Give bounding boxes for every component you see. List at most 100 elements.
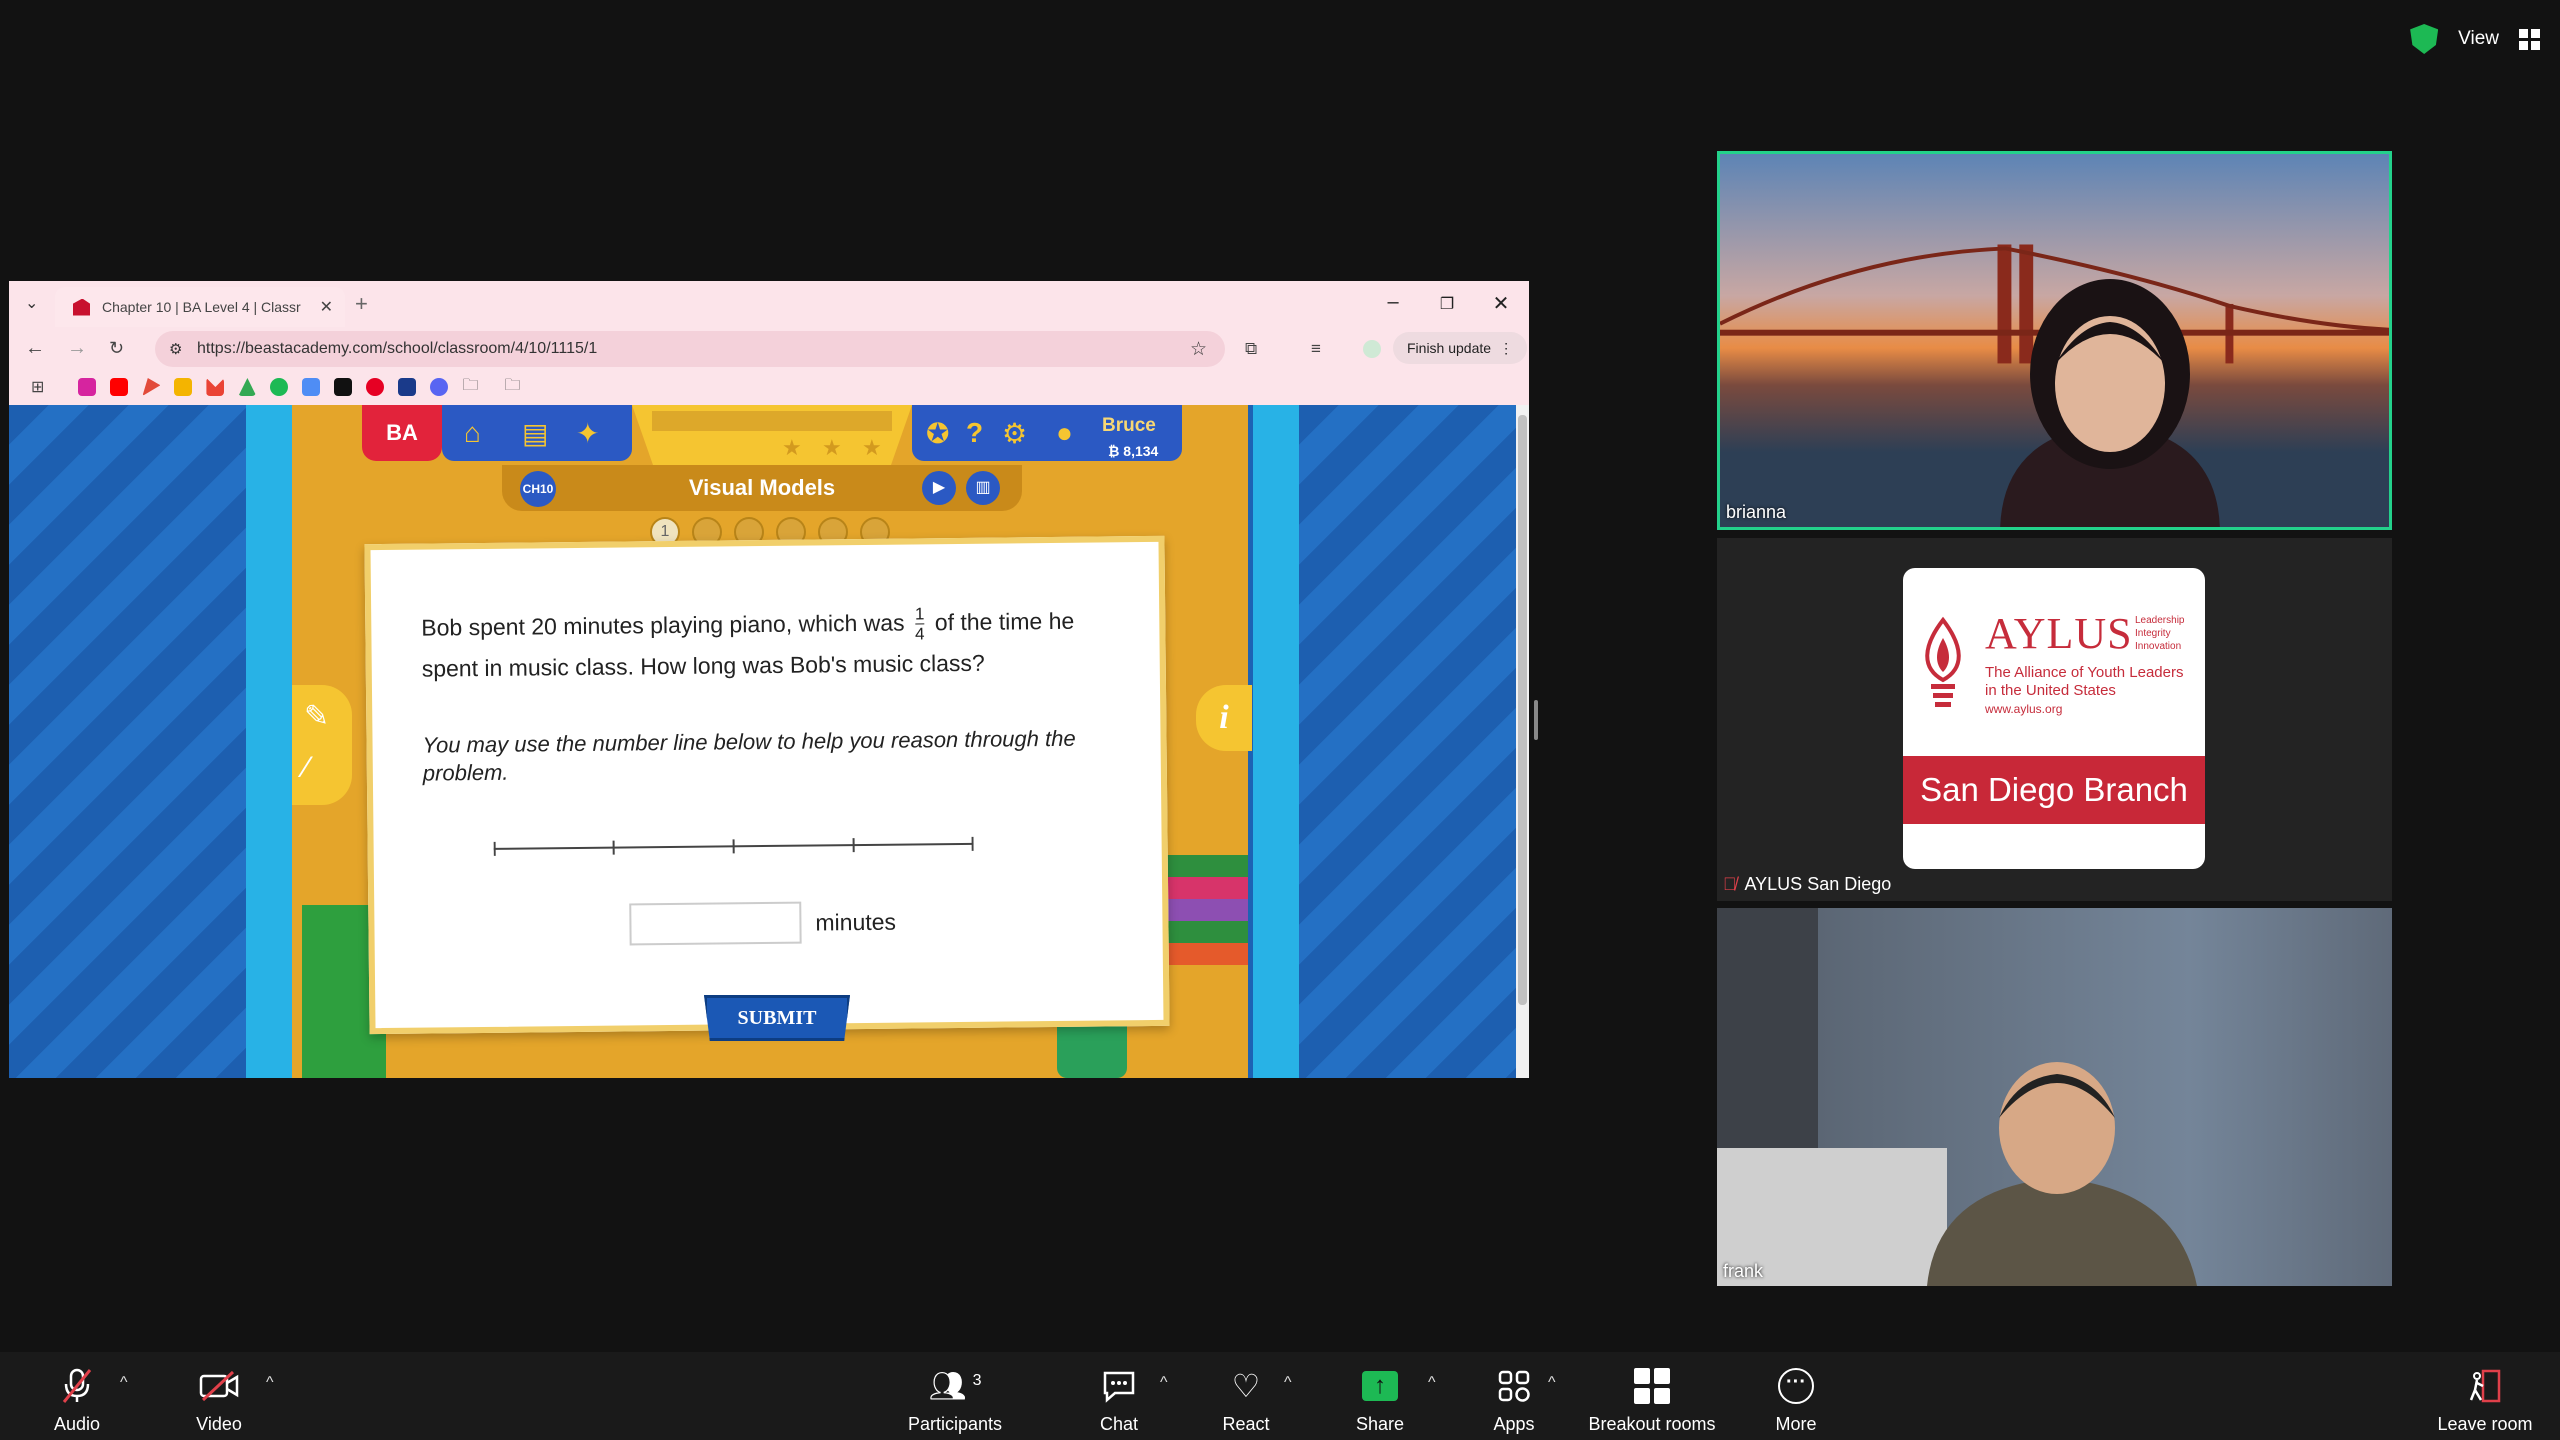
aylus-value: Leadership (2135, 615, 2185, 626)
site-info-icon[interactable]: ⚙ (169, 340, 182, 358)
ruler-tool-icon[interactable]: ⁄ (304, 751, 309, 785)
react-button[interactable]: ♡ React (1218, 1366, 1274, 1435)
finish-update-button[interactable]: Finish update ⋮ (1393, 332, 1528, 364)
right-cyan-strip (1253, 405, 1299, 1078)
video-tile-brianna[interactable]: brianna (1717, 151, 2392, 530)
share-button[interactable]: ↑ Share (1352, 1366, 1408, 1435)
video-options-caret-icon[interactable]: ^ (266, 1374, 274, 1392)
ba-logo-button[interactable]: BA (362, 405, 442, 461)
chat-options-caret-icon[interactable]: ^ (1160, 1374, 1168, 1392)
leave-room-label: Leave room (2437, 1414, 2533, 1434)
folder-icon[interactable]: 🗀 (462, 374, 478, 401)
tab-search-icon[interactable]: ⌄ (25, 293, 38, 313)
user-name[interactable]: Bruce (1102, 415, 1156, 437)
video-icon[interactable]: ✦ (576, 417, 599, 450)
game-top-nav: BA ⌂ ▤ ✦ ★ ★ ★ ✪ ? ⚙ ● Bruce ₿ 8,134 (362, 405, 1182, 469)
help-icon[interactable]: ? (966, 417, 983, 449)
minimize-icon[interactable]: – (1373, 291, 1413, 314)
profile-icon[interactable] (1363, 340, 1381, 358)
adobe-icon[interactable] (398, 378, 417, 396)
submit-button[interactable]: SUBMIT (704, 995, 850, 1041)
view-control[interactable]: View (2410, 24, 2540, 54)
video-tile-frank[interactable]: frank (1717, 908, 2392, 1286)
apps-options-caret-icon[interactable]: ^ (1548, 1374, 1556, 1392)
pencil-tool-icon[interactable]: ✎ (304, 699, 329, 734)
participants-count: 3 (972, 1372, 982, 1389)
fraction-numerator: 1 (914, 604, 925, 625)
tab-close-icon[interactable]: ✕ (320, 297, 333, 317)
progress-bar (652, 411, 892, 431)
beast-academy-favicon (73, 298, 90, 316)
participant-name: brianna (1726, 502, 1787, 522)
chatgpt-icon[interactable] (334, 378, 353, 396)
muted-mic-icon: 🎙̸ (1723, 874, 1737, 894)
audio-options-caret-icon[interactable]: ^ (120, 1374, 128, 1392)
play-icon[interactable]: ▶ (922, 471, 956, 505)
leave-room-button[interactable]: Leave room (2430, 1366, 2540, 1435)
apps-label: Apps (1493, 1414, 1535, 1434)
back-icon[interactable]: ← (25, 337, 45, 360)
instagram-icon[interactable] (78, 378, 97, 396)
pencil-app-icon[interactable] (142, 378, 161, 396)
torch-icon (1925, 616, 1961, 707)
share-screen-icon: ↑ (1352, 1366, 1408, 1406)
media-icon[interactable]: ≡ (1311, 339, 1321, 359)
spotify-icon[interactable] (270, 378, 289, 396)
participants-button[interactable]: 👥︎ 3 Participants (900, 1366, 1010, 1435)
leave-icon (2430, 1366, 2540, 1406)
react-options-caret-icon[interactable]: ^ (1284, 1374, 1292, 1392)
info-button[interactable]: i (1196, 685, 1252, 751)
youtube-icon[interactable] (110, 378, 129, 396)
tools-tab: ✎ ⁄ (292, 685, 352, 805)
aylus-subtitle-line: The Alliance of Youth Leaders (1985, 664, 2184, 681)
home-icon[interactable]: ⌂ (464, 417, 481, 449)
tab-strip: ⌄ Chapter 10 | BA Level 4 | Classr ✕ + –… (9, 281, 1529, 327)
settings-gear-icon[interactable]: ⚙ (1002, 417, 1027, 450)
participant-video-brianna (2000, 279, 2220, 527)
books-decoration (1158, 855, 1248, 965)
scrollbar-thumb[interactable] (1518, 415, 1527, 1005)
reload-icon[interactable]: ↻ (109, 338, 124, 359)
hint-text: You may use the number line below to hel… (422, 725, 1076, 786)
split-view-handle[interactable] (1534, 700, 1538, 740)
forward-icon[interactable]: → (67, 337, 87, 360)
number-line[interactable] (493, 834, 974, 859)
page-scrollbar[interactable] (1516, 405, 1529, 1078)
chat-button[interactable]: Chat (1092, 1366, 1146, 1435)
folder-icon[interactable]: 🗀 (504, 374, 520, 401)
url-field[interactable]: ⚙ https://beastacademy.com/school/classr… (155, 331, 1225, 367)
classroom-icon[interactable] (174, 378, 193, 396)
video-button[interactable]: Video (188, 1366, 250, 1435)
audio-button[interactable]: Audio (46, 1366, 108, 1435)
view-label[interactable]: View (2458, 28, 2499, 50)
breakout-rooms-button[interactable]: Breakout rooms (1582, 1366, 1722, 1435)
apps-button[interactable]: Apps (1486, 1366, 1542, 1435)
book-icon[interactable]: ▤ (522, 417, 548, 450)
star-icon: ★ (782, 435, 802, 460)
share-options-caret-icon[interactable]: ^ (1428, 1374, 1436, 1392)
breakout-rooms-label: Breakout rooms (1588, 1414, 1716, 1434)
url-text: https://beastacademy.com/school/classroo… (197, 340, 598, 357)
extensions-icon[interactable]: ⧉ (1245, 339, 1257, 359)
restore-icon[interactable]: ❐ (1427, 294, 1467, 314)
discord-icon[interactable] (430, 378, 449, 396)
apps-grid-icon[interactable]: ⊞ (31, 377, 44, 397)
more-button[interactable]: ··· More (1768, 1366, 1824, 1435)
window-close-icon[interactable]: ✕ (1481, 291, 1521, 316)
guide-book-icon[interactable]: ▥ (966, 471, 1000, 505)
new-tab-icon[interactable]: + (355, 291, 368, 317)
pinterest-icon[interactable] (366, 378, 385, 396)
security-shield-icon[interactable] (2410, 24, 2439, 54)
game-board: BA ⌂ ▤ ✦ ★ ★ ★ ✪ ? ⚙ ● Bruce ₿ 8,134 CH1… (292, 405, 1252, 1078)
drive-icon[interactable] (238, 378, 257, 396)
video-tile-aylus[interactable]: AYLUS Leadership Integrity Innovation Th… (1717, 538, 2392, 901)
avatar-icon[interactable]: ● (1056, 417, 1073, 449)
bookmark-star-icon[interactable]: ☆ (1190, 338, 1207, 361)
browser-tab[interactable]: Chapter 10 | BA Level 4 | Classr ✕ (55, 287, 345, 327)
gmail-icon[interactable] (206, 378, 225, 396)
fraction: 1 4 (914, 604, 925, 644)
problem-line1-after: of the time he (934, 607, 1075, 636)
answer-input[interactable] (629, 901, 802, 946)
trophy-icon[interactable]: ✪ (926, 417, 949, 450)
translate-icon[interactable] (302, 378, 321, 396)
